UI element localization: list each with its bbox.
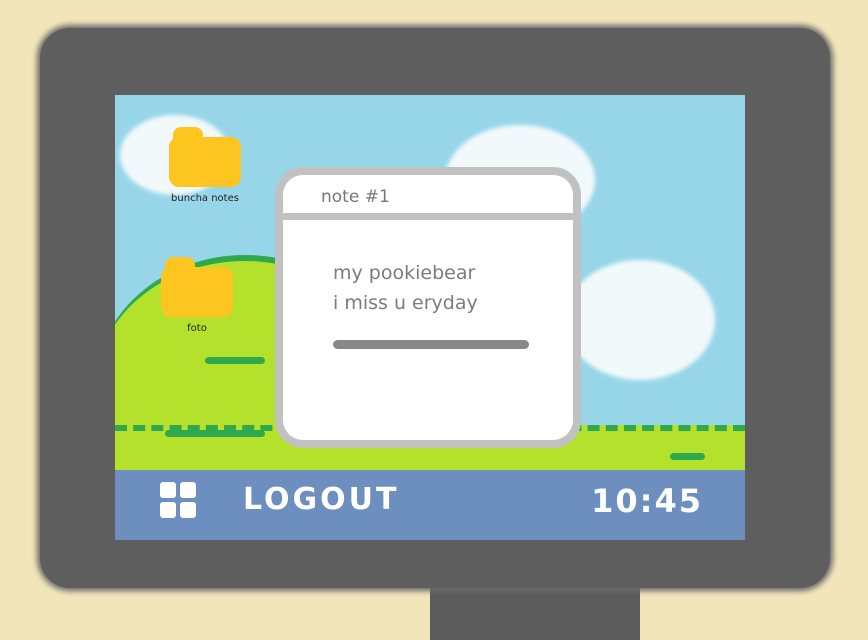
folder-icon [161,257,233,317]
window-title: note #1 [283,175,573,220]
logout-button[interactable]: LOGOUT [243,482,400,517]
grass-stroke [165,430,265,437]
cloud [565,260,715,380]
scribble-line [333,340,529,349]
icon-label: foto [187,323,207,334]
icon-label: buncha notes [171,193,239,204]
folder-icon [169,127,241,187]
note-window[interactable]: note #1 my pookiebear i miss u eryday [275,167,581,448]
taskbar: LOGOUT 10:45 [115,470,745,540]
desktop-icon-buncha-notes[interactable]: buncha notes [160,127,250,204]
desktop-icon-foto[interactable]: foto [152,257,242,334]
clock: 10:45 [591,482,703,520]
start-button[interactable] [160,482,196,518]
desktop-screen: buncha notes foto note #1 my pookiebear … [115,95,745,540]
note-line: i miss u eryday [333,292,478,314]
grass-stroke [205,357,265,364]
grid-icon [160,502,176,518]
grid-icon [180,482,196,498]
note-body[interactable]: my pookiebear i miss u eryday [283,220,573,349]
grid-icon [160,482,176,498]
grid-icon [180,502,196,518]
grass-stroke [670,453,705,460]
note-line: my pookiebear [333,262,476,284]
